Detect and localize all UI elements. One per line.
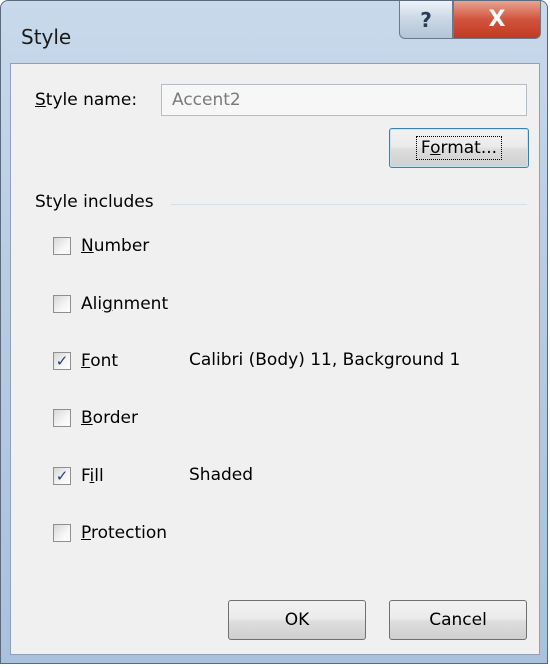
fill-checkbox[interactable]: ✓ <box>53 467 71 485</box>
font-checkbox-row[interactable]: ✓ Font <box>53 347 118 375</box>
dialog-title: Style <box>21 25 72 49</box>
cancel-button[interactable]: Cancel <box>389 600 527 640</box>
protection-label: Protection <box>81 523 168 543</box>
alignment-label: Alignment <box>81 294 169 314</box>
number-label: Number <box>81 236 150 256</box>
fill-description: Shaded <box>189 465 254 485</box>
font-checkbox[interactable]: ✓ <box>53 352 71 370</box>
group-divider <box>171 204 527 205</box>
help-icon: ? <box>420 7 432 32</box>
close-icon: X <box>488 7 506 32</box>
protection-checkbox[interactable] <box>53 524 71 542</box>
fill-label: Fill <box>81 466 104 486</box>
alignment-checkbox-row[interactable]: Alignment <box>53 290 168 318</box>
font-label: Font <box>81 351 119 371</box>
font-description: Calibri (Body) 11, Background 1 <box>189 350 461 370</box>
border-checkbox-row[interactable]: Border <box>53 404 138 432</box>
style-name-input[interactable]: Accent2 <box>161 84 527 116</box>
checkmark-icon: ✓ <box>55 466 69 485</box>
checkmark-icon: ✓ <box>55 351 69 370</box>
fill-checkbox-row[interactable]: ✓ Fill <box>53 462 104 490</box>
alignment-checkbox[interactable] <box>53 295 71 313</box>
style-dialog: Style ? X Style name: Accent2 Format... … <box>0 0 548 664</box>
dialog-body: Style name: Accent2 Format... Style incl… <box>10 63 540 655</box>
number-checkbox-row[interactable]: Number <box>53 232 149 260</box>
format-button-label: Format... <box>415 136 503 160</box>
style-includes-label: Style includes <box>35 192 154 212</box>
close-button[interactable]: X <box>453 1 541 39</box>
border-checkbox[interactable] <box>53 409 71 427</box>
help-button[interactable]: ? <box>399 1 453 39</box>
number-checkbox[interactable] <box>53 237 71 255</box>
title-bar[interactable]: Style ? X <box>1 1 547 63</box>
ok-button[interactable]: OK <box>228 600 366 640</box>
border-label: Border <box>81 408 139 428</box>
style-name-label: Style name: <box>35 90 138 110</box>
protection-checkbox-row[interactable]: Protection <box>53 519 167 547</box>
format-button[interactable]: Format... <box>389 128 529 168</box>
